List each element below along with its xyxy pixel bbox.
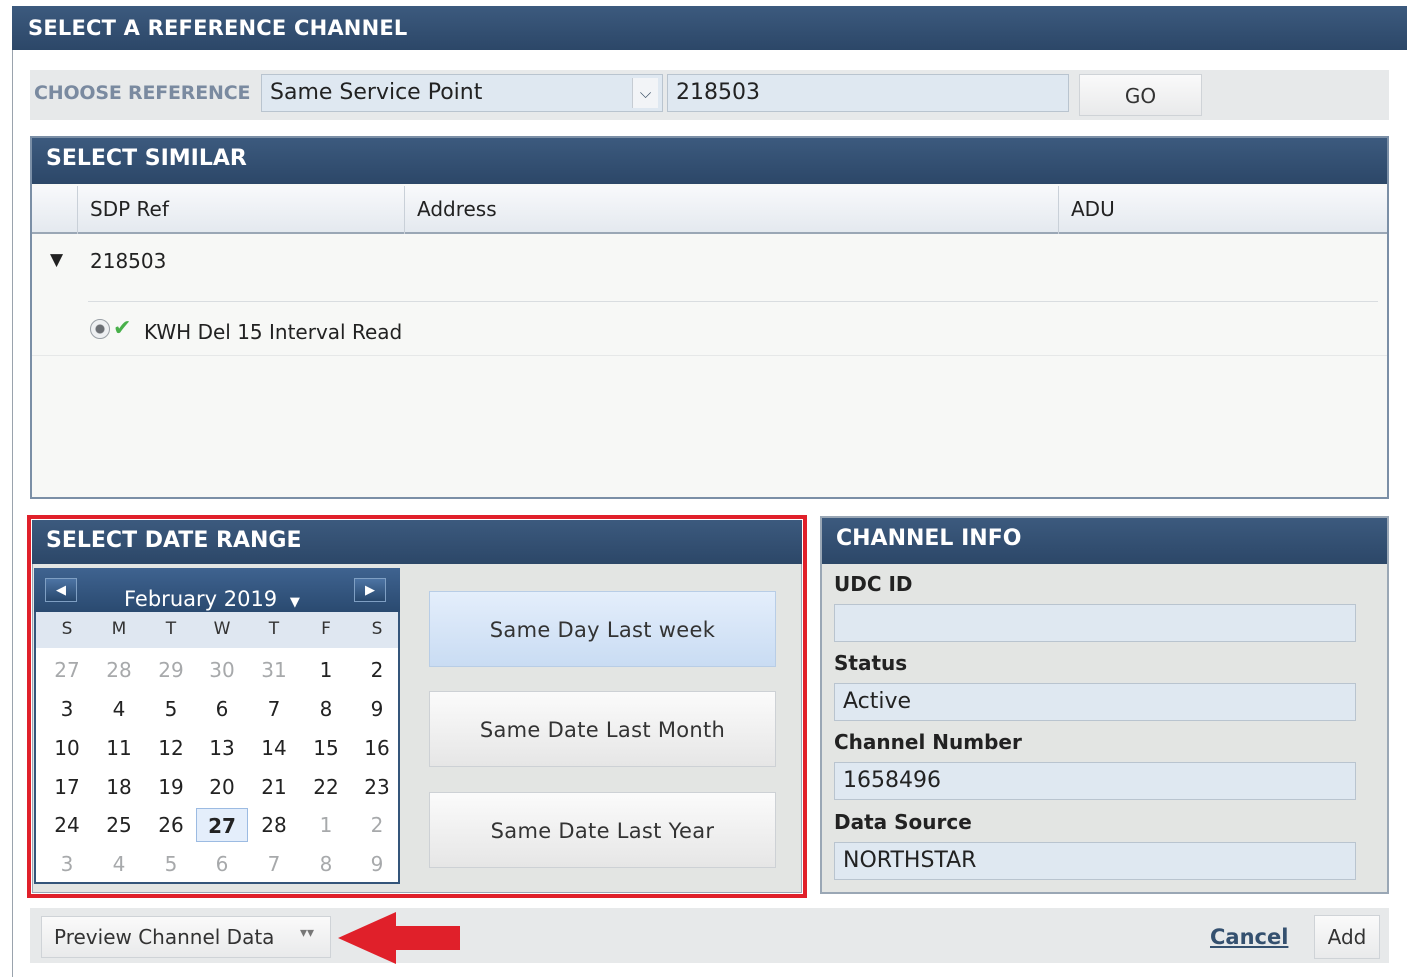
chevron-down-icon[interactable]: ⌵ (632, 78, 658, 108)
select-similar-title: SELECT SIMILAR (32, 138, 1387, 184)
reference-value-input[interactable]: 218503 (667, 74, 1069, 112)
data-source-label: Data Source (834, 810, 972, 834)
status-label: Status (834, 651, 908, 675)
row-divider (88, 301, 1378, 302)
channel-number-label: Channel Number (834, 730, 1022, 754)
add-button[interactable]: Add (1314, 915, 1380, 959)
red-arrow-annotation-head (338, 912, 396, 964)
preview-channel-data-button[interactable]: Preview Channel Data (41, 916, 331, 958)
column-header-adu[interactable]: ADU (1058, 186, 1387, 234)
double-chevron-down-icon: ▾▾ (300, 925, 315, 941)
data-source-field: NORTHSTAR (834, 842, 1356, 880)
cancel-link[interactable]: Cancel (1210, 925, 1288, 949)
status-field: Active (834, 683, 1356, 721)
choose-reference-label: CHOOSE REFERENCE (34, 82, 251, 104)
column-header-address[interactable]: Address (404, 186, 1058, 234)
preview-label: Preview Channel Data (54, 925, 275, 949)
udc-id-field (834, 604, 1356, 642)
reference-type-value: Same Service Point (270, 80, 483, 105)
go-button[interactable]: GO (1079, 74, 1202, 116)
channel-label[interactable]: KWH Del 15 Interval Read (144, 320, 402, 344)
checkmark-icon: ✔ (113, 316, 132, 341)
sdp-ref-row[interactable]: 218503 (90, 249, 166, 273)
expand-triangle-icon[interactable]: ▼ (50, 250, 63, 270)
red-arrow-annotation-body (394, 926, 460, 950)
highlight-annotation-frame (27, 515, 807, 898)
udc-id-label: UDC ID (834, 572, 913, 596)
dialog-title: SELECT A REFERENCE CHANNEL (12, 6, 1407, 50)
channel-radio-button[interactable] (90, 319, 110, 339)
column-header-sdp-ref[interactable]: SDP Ref (77, 186, 404, 234)
row-divider (32, 355, 1387, 356)
channel-info-title: CHANNEL INFO (822, 518, 1387, 564)
channel-number-field: 1658496 (834, 762, 1356, 800)
reference-type-select[interactable]: Same Service Point (261, 74, 663, 112)
